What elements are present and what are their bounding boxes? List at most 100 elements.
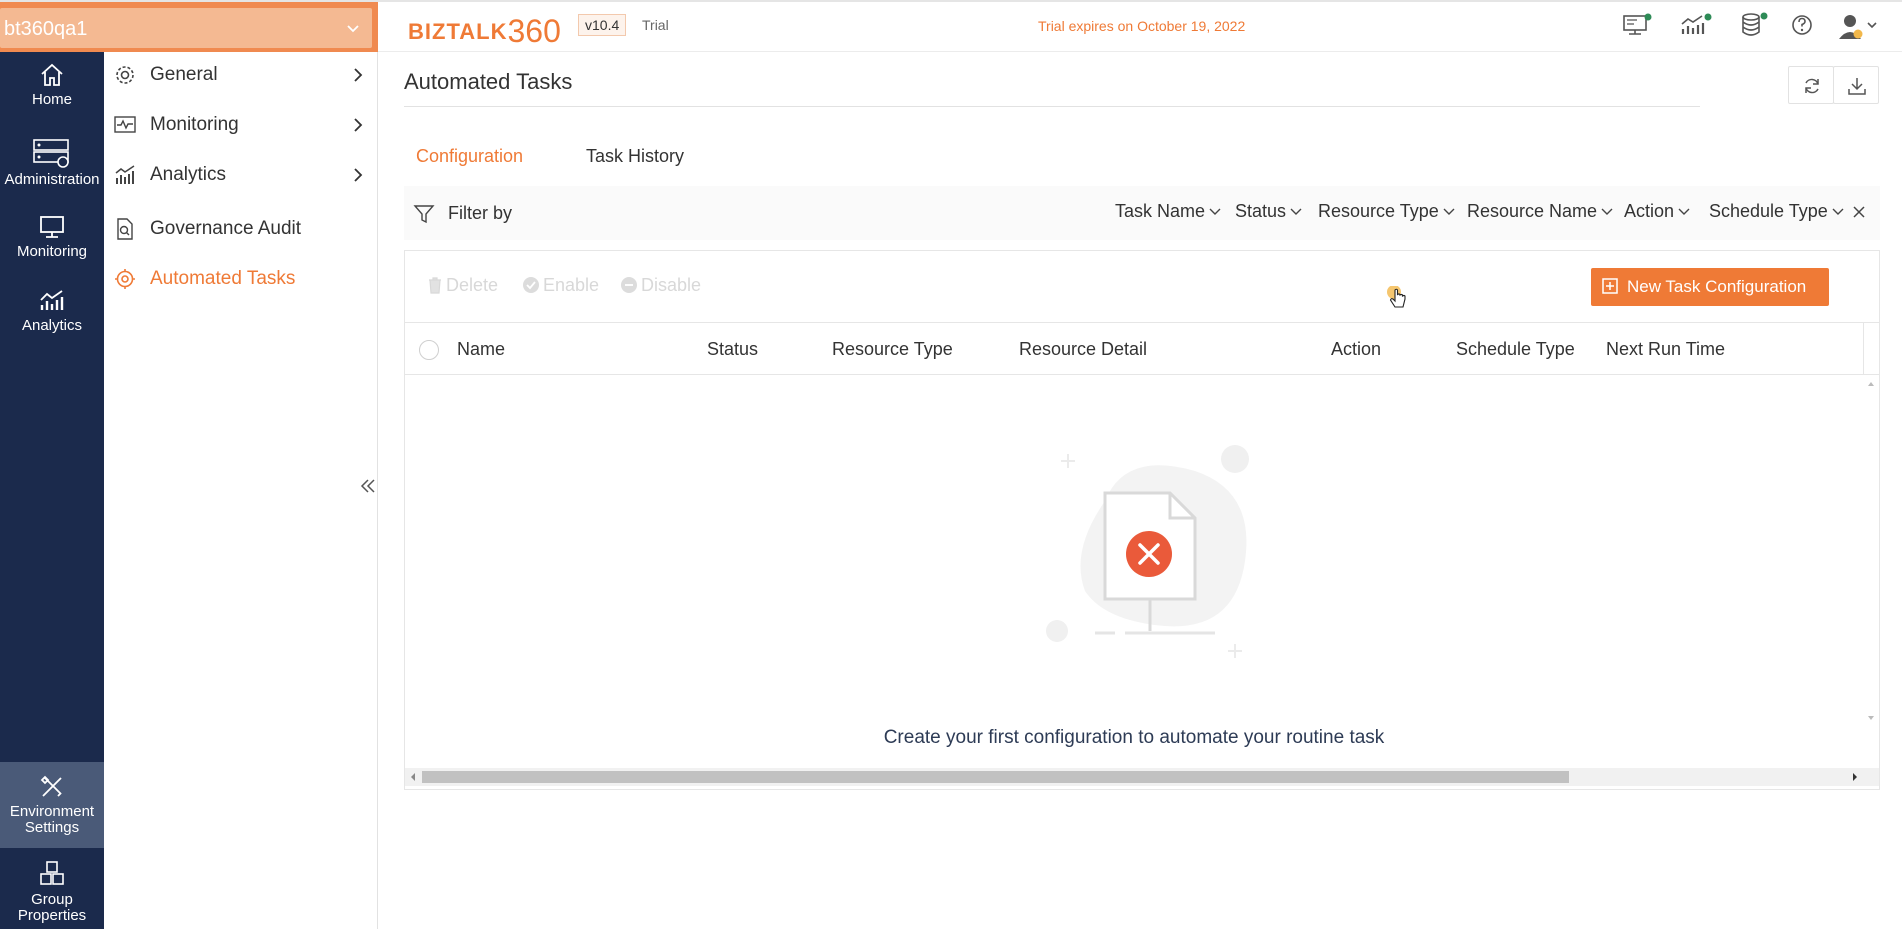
- enable-button[interactable]: Enable: [522, 275, 599, 296]
- filter-status[interactable]: Status: [1235, 201, 1302, 222]
- automation-icon: [114, 268, 136, 296]
- tab-configuration[interactable]: Configuration: [404, 138, 536, 188]
- refresh-icon: [1805, 78, 1819, 94]
- refresh-button[interactable]: [1788, 66, 1834, 104]
- chevron-down-icon: [1678, 208, 1690, 216]
- filter-task-name[interactable]: Task Name: [1115, 201, 1221, 222]
- subnav-item-automated-tasks[interactable]: Automated Tasks: [104, 259, 378, 299]
- trial-label: Trial: [642, 17, 669, 33]
- user-avatar-icon[interactable]: [1838, 12, 1878, 45]
- monitor-status-icon[interactable]: [1622, 12, 1652, 43]
- filter-bar: Filter by Task Name Status Resource Type…: [404, 186, 1880, 240]
- download-icon: [1848, 78, 1866, 95]
- column-header-schedule-type[interactable]: Schedule Type: [1456, 339, 1575, 360]
- chevron-down-icon[interactable]: [346, 22, 360, 41]
- rail-label-line2: Settings: [24, 819, 80, 836]
- audit-document-icon: [114, 218, 136, 246]
- filter-icon: [413, 203, 435, 230]
- subnav-item-analytics[interactable]: Analytics: [104, 155, 378, 195]
- mouse-cursor: [1386, 285, 1410, 317]
- filter-schedule-type[interactable]: Schedule Type: [1709, 201, 1844, 222]
- chevron-down-icon: [1209, 208, 1221, 216]
- empty-state-message: Create your first configuration to autom…: [883, 727, 1385, 748]
- filter-resource-type-label: Resource Type: [1318, 201, 1439, 221]
- subnav-item-monitoring[interactable]: Monitoring: [104, 105, 378, 145]
- analytics-status-icon[interactable]: [1680, 12, 1712, 43]
- filter-action[interactable]: Action: [1624, 201, 1690, 222]
- rail-item-administration[interactable]: Administration: [0, 138, 104, 188]
- subnav-label: Governance Audit: [150, 218, 302, 239]
- brand-logo[interactable]: BIZTALK360: [408, 10, 561, 49]
- rail-item-environment-settings[interactable]: Environment Settings: [0, 762, 104, 848]
- disable-button[interactable]: Disable: [620, 275, 701, 296]
- check-circle-icon: [523, 277, 539, 293]
- vertical-scrollbar[interactable]: [1863, 376, 1879, 728]
- select-all-checkbox[interactable]: [419, 340, 439, 360]
- filter-label: Filter by: [448, 203, 513, 223]
- tab-task-history[interactable]: Task History: [574, 138, 696, 188]
- subnav-item-general[interactable]: General: [104, 55, 378, 95]
- filter-schedule-type-label: Schedule Type: [1709, 201, 1828, 221]
- minus-circle-icon: [621, 277, 637, 293]
- filter-resource-name[interactable]: Resource Name: [1467, 201, 1613, 222]
- subnav-item-governance-audit[interactable]: Governance Audit: [104, 209, 378, 249]
- chevron-right-icon: [352, 66, 364, 90]
- delete-button[interactable]: Delete: [427, 275, 498, 296]
- table-header: Name Status Resource Type Resource Detai…: [405, 323, 1879, 375]
- subnav-label: Monitoring: [150, 114, 239, 135]
- chevron-down-icon: [1290, 208, 1302, 216]
- logo-number: 360: [507, 13, 561, 49]
- group-cubes-icon: [40, 861, 64, 885]
- main-content: Automated Tasks Configuration Task Histo…: [378, 52, 1902, 929]
- administration-icon: [33, 139, 69, 168]
- new-task-configuration-label: New Task Configuration: [1627, 277, 1807, 296]
- tab-bar: Configuration Task History: [404, 138, 1880, 188]
- filter-action-label: Action: [1624, 201, 1675, 221]
- export-button[interactable]: [1833, 66, 1879, 104]
- new-task-configuration-button[interactable]: New Task Configuration: [1591, 268, 1829, 306]
- filter-status-label: Status: [1235, 201, 1287, 221]
- rail-label: Home: [31, 91, 72, 108]
- grid-toolbar: Delete Enable Disable New Task Configura…: [405, 251, 1879, 323]
- pulse-icon: [114, 114, 136, 142]
- version-badge: v10.4: [578, 14, 627, 36]
- chevron-down-icon: [1832, 208, 1844, 216]
- horizontal-scrollbar[interactable]: [405, 768, 1879, 786]
- column-header-resource-detail[interactable]: Resource Detail: [1019, 339, 1147, 360]
- empty-state-illustration: [1045, 441, 1265, 676]
- subnav-label: Analytics: [150, 164, 227, 185]
- chevron-down-icon: [1443, 208, 1455, 216]
- delete-label: Delete: [446, 275, 499, 295]
- monitor-icon: [40, 216, 64, 238]
- column-header-status[interactable]: Status: [707, 339, 758, 360]
- rail-item-group-properties[interactable]: Group Properties: [0, 860, 104, 924]
- clear-filters-icon[interactable]: [1852, 205, 1866, 224]
- environment-selector-box[interactable]: bt360qa1: [0, 8, 372, 48]
- rail-item-analytics[interactable]: Analytics: [0, 288, 104, 334]
- column-header-resource-type[interactable]: Resource Type: [832, 339, 953, 360]
- secondary-nav: General Monitoring Analytics Governance …: [104, 52, 378, 929]
- trash-icon: [429, 277, 441, 294]
- column-header-action[interactable]: Action: [1331, 339, 1381, 360]
- rail-item-monitoring[interactable]: Monitoring: [0, 214, 104, 260]
- rail-label-line2: Properties: [17, 907, 87, 924]
- filter-resource-name-label: Resource Name: [1467, 201, 1598, 221]
- horizontal-scroll-thumb[interactable]: [422, 771, 1569, 783]
- rail-item-home[interactable]: Home: [0, 62, 104, 108]
- tasks-grid-panel: Delete Enable Disable New Task Configura…: [404, 250, 1880, 790]
- help-icon[interactable]: [1790, 12, 1814, 43]
- rail-label-line1: Environment: [9, 803, 95, 820]
- filter-resource-type[interactable]: Resource Type: [1318, 201, 1455, 222]
- rail-label-line1: Group: [31, 891, 73, 908]
- column-header-next-run-time[interactable]: Next Run Time: [1606, 339, 1725, 360]
- top-header: BIZTALK360 v10.4 Trial Trial expires on …: [378, 2, 1902, 52]
- column-header-name[interactable]: Name: [457, 339, 505, 360]
- analytics-icon: [114, 164, 136, 192]
- tools-icon: [40, 775, 62, 797]
- chevron-right-icon: [352, 166, 364, 190]
- database-status-icon[interactable]: [1740, 12, 1768, 43]
- page-title: Automated Tasks: [404, 69, 573, 94]
- filter-task-name-label: Task Name: [1115, 201, 1206, 221]
- logo-text: BIZTALK: [408, 19, 508, 44]
- environment-selector[interactable]: bt360qa1: [0, 2, 378, 52]
